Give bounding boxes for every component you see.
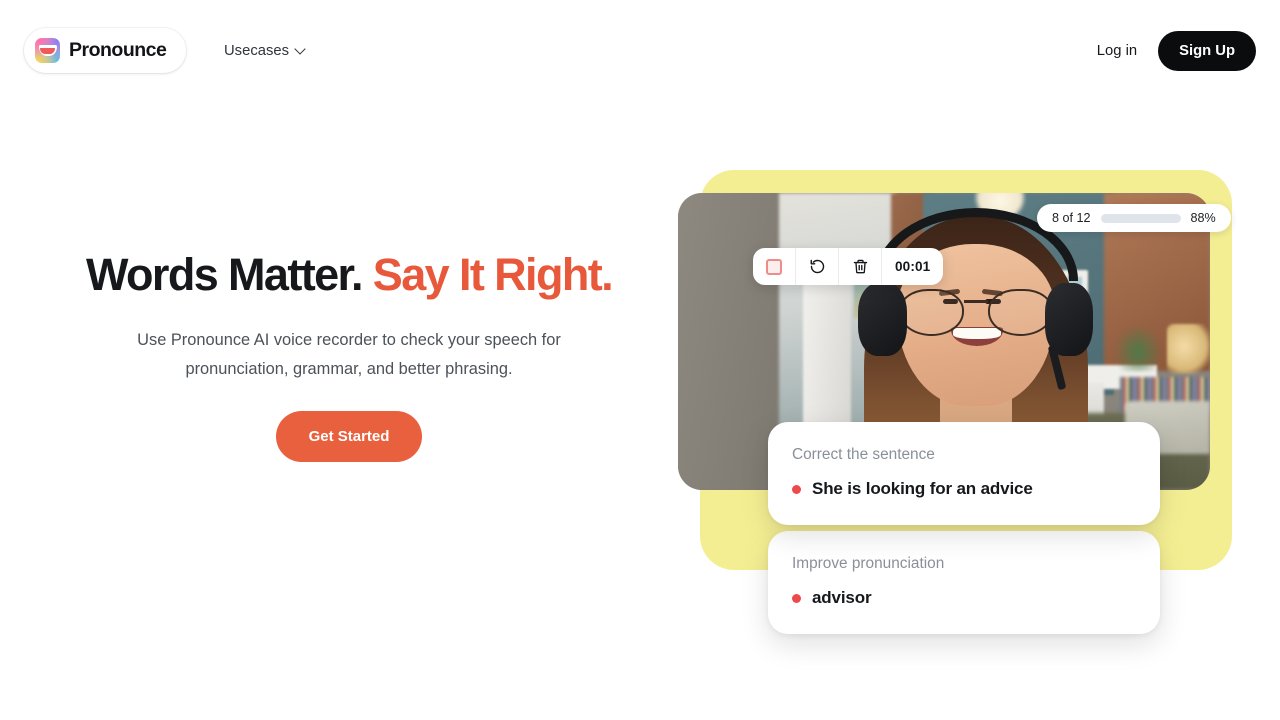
trash-icon: [853, 259, 867, 274]
chevron-down-icon: [296, 44, 307, 55]
red-dot-icon: [792, 484, 801, 494]
signup-button[interactable]: Sign Up: [1158, 30, 1256, 71]
suggestion-label: Correct the sentence: [792, 446, 935, 463]
hero-title-primary: Words Matter.: [85, 249, 364, 300]
brand-name: Pronounce: [69, 38, 167, 61]
recorder-toolbar: 00:01: [753, 248, 944, 285]
hero-subtitle: Use Pronounce AI voice recorder to check…: [137, 331, 561, 378]
nav-item-usecases[interactable]: Usecases: [222, 39, 309, 63]
glasses-icon: [899, 288, 1053, 337]
suggestion-text: advisor: [812, 588, 872, 607]
account-actions: Log in Sign Up: [1089, 28, 1256, 73]
login-link[interactable]: Log in: [1089, 37, 1145, 65]
stop-recording-button[interactable]: [753, 248, 796, 285]
suggestion-card-improve-pronunciation[interactable]: Improve pronunciation advisor: [768, 531, 1160, 634]
hero-visual: 8 of 12 88% 00:01 Correct the sentence S…: [668, 160, 1268, 680]
primary-nav: Usecases: [222, 28, 309, 73]
restart-rotate-ccw-icon: [810, 259, 824, 274]
cta-container: Get Started: [28, 410, 670, 462]
mouth-gradient-logo-icon: [35, 38, 60, 63]
progress-count-label: 8 of 12: [1052, 211, 1091, 225]
recording-timer: 00:01: [895, 259, 931, 274]
stop-square-icon: [766, 258, 782, 275]
site-header: Pronounce Usecases Log in Sign Up: [0, 0, 1280, 100]
hero-copy: Words Matter. Say It Right. Use Pronounc…: [28, 249, 670, 462]
page-title: Words Matter. Say It Right.: [28, 249, 670, 300]
restart-recording-button[interactable]: [796, 248, 839, 285]
progress-bar-track: [1100, 213, 1181, 223]
suggestion-row: She is looking for an advice: [792, 479, 1136, 499]
red-dot-icon: [792, 593, 801, 603]
suggestion-card-correct-sentence[interactable]: Correct the sentence She is looking for …: [768, 422, 1160, 525]
get-started-button[interactable]: Get Started: [275, 410, 423, 462]
hero-title-accent: Say It Right.: [372, 249, 614, 300]
suggestion-text: She is looking for an advice: [812, 479, 1033, 498]
brand-logo-link[interactable]: Pronounce: [24, 28, 187, 73]
progress-indicator: 8 of 12 88%: [1037, 204, 1231, 232]
suggestion-row: advisor: [792, 588, 1136, 608]
nav-item-label: Usecases: [224, 42, 289, 59]
suggestion-label: Improve pronunciation: [792, 555, 945, 572]
delete-recording-button[interactable]: [839, 248, 882, 285]
progress-percent-label: 88%: [1190, 211, 1216, 225]
